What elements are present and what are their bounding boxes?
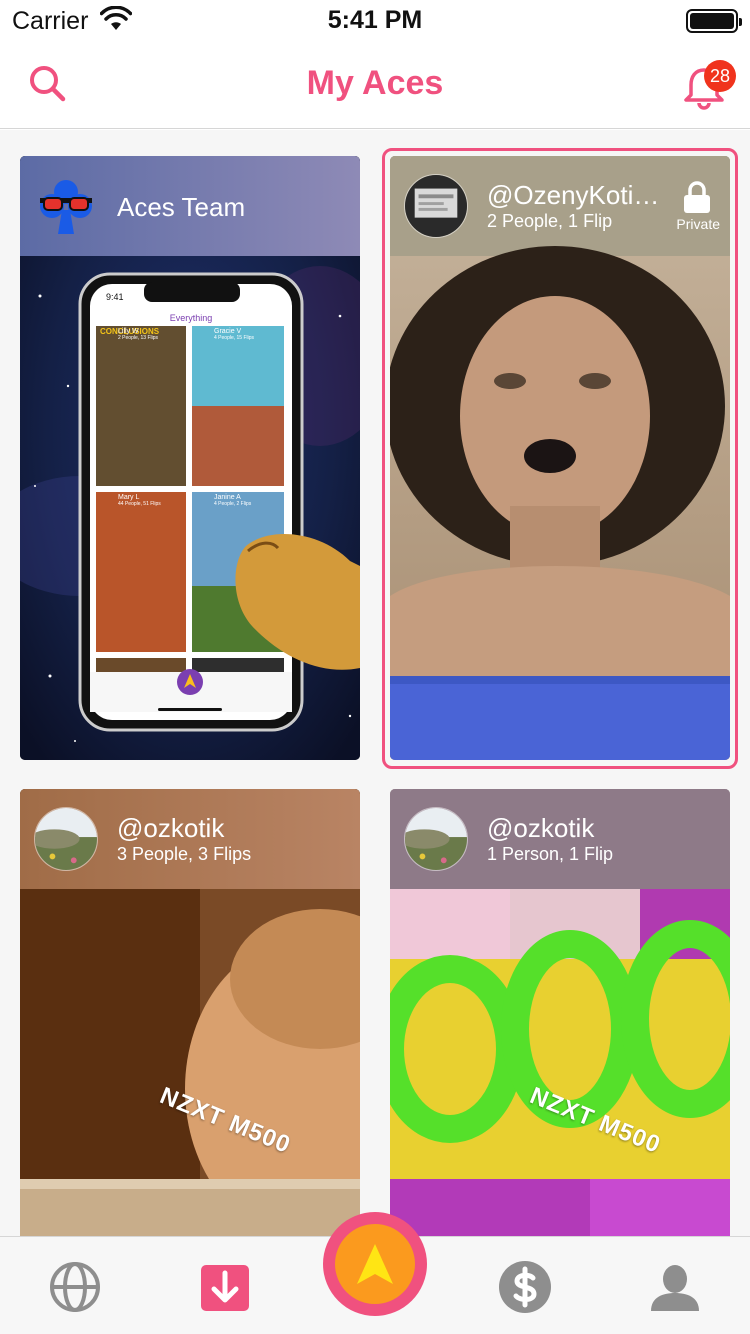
preview-tile: Mary L 44 People, 51 Flips [96, 494, 186, 507]
status-bar: Carrier 5:41 PM [0, 0, 750, 40]
selected-card-outline [382, 148, 738, 769]
preview-tile: Janine A 4 People, 2 Flips [192, 494, 284, 507]
navigation-bar: My Aces [0, 40, 750, 129]
aces-logo-avatar [40, 180, 92, 234]
preview-tile-name: Lilly W [118, 328, 139, 335]
dollar-icon[interactable] [497, 1259, 553, 1315]
preview-header: Everything [169, 313, 213, 323]
phone-preview: 9:41 Everything CONCLUSIONS Lilly W 2 Pe… [90, 284, 292, 720]
preview-tile-name: Gracie V [214, 328, 242, 335]
preview-tile-meta: 4 People, 15 Flips [214, 335, 255, 341]
aces-icon [357, 1244, 393, 1284]
page-title: My Aces [306, 64, 444, 102]
card-header: @ozkotik 3 People, 3 Flips [20, 789, 360, 889]
ace-card-ozkotik-1[interactable]: @ozkotik 3 People, 3 Flips NZXT M500 [20, 789, 360, 1236]
ace-card-ozkotik-2[interactable]: @ozkotik 1 Person, 1 Flip NZXT M500 [390, 789, 730, 1236]
preview-tile-name: Mary L [118, 494, 140, 501]
card-title: Aces Team [117, 192, 246, 222]
card-subtitle: 3 People, 3 Flips [117, 844, 252, 864]
card-title: @ozkotik [117, 813, 225, 843]
preview-tile: Lilly W 2 People, 13 Flips [96, 328, 186, 341]
card-subtitle: 1 Person, 1 Flip [487, 844, 614, 864]
aces-center-button[interactable] [323, 1212, 427, 1316]
preview-time: 9:41 [106, 292, 124, 302]
profile-icon[interactable] [647, 1259, 703, 1315]
battery-icon [686, 9, 742, 33]
user-avatar [404, 807, 468, 871]
card-header: @ozkotik 1 Person, 1 Flip [390, 789, 730, 889]
status-time: 5:41 PM [327, 6, 423, 34]
card-header: Aces Team [20, 156, 360, 256]
preview-tile-meta: 4 People, 2 Flips [214, 501, 252, 507]
preview-tile-meta: 2 People, 13 Flips [118, 335, 159, 341]
preview-tile-name: Janine A [214, 494, 241, 501]
card-title: @ozkotik [487, 813, 595, 843]
preview-tile-meta: 44 People, 51 Flips [118, 501, 161, 507]
user-avatar [34, 807, 98, 871]
notification-badge: 28 [704, 60, 736, 92]
preview-tile: Gracie V 4 People, 15 Flips [192, 328, 284, 341]
ace-card-aces-team[interactable]: Aces Team 9:41 Everything CONCLUSIONS Li… [20, 156, 360, 760]
aces-grid: Aces Team 9:41 Everything CONCLUSIONS Li… [0, 130, 750, 1236]
inbox-download-icon[interactable] [197, 1259, 253, 1315]
globe-icon[interactable] [47, 1259, 103, 1315]
